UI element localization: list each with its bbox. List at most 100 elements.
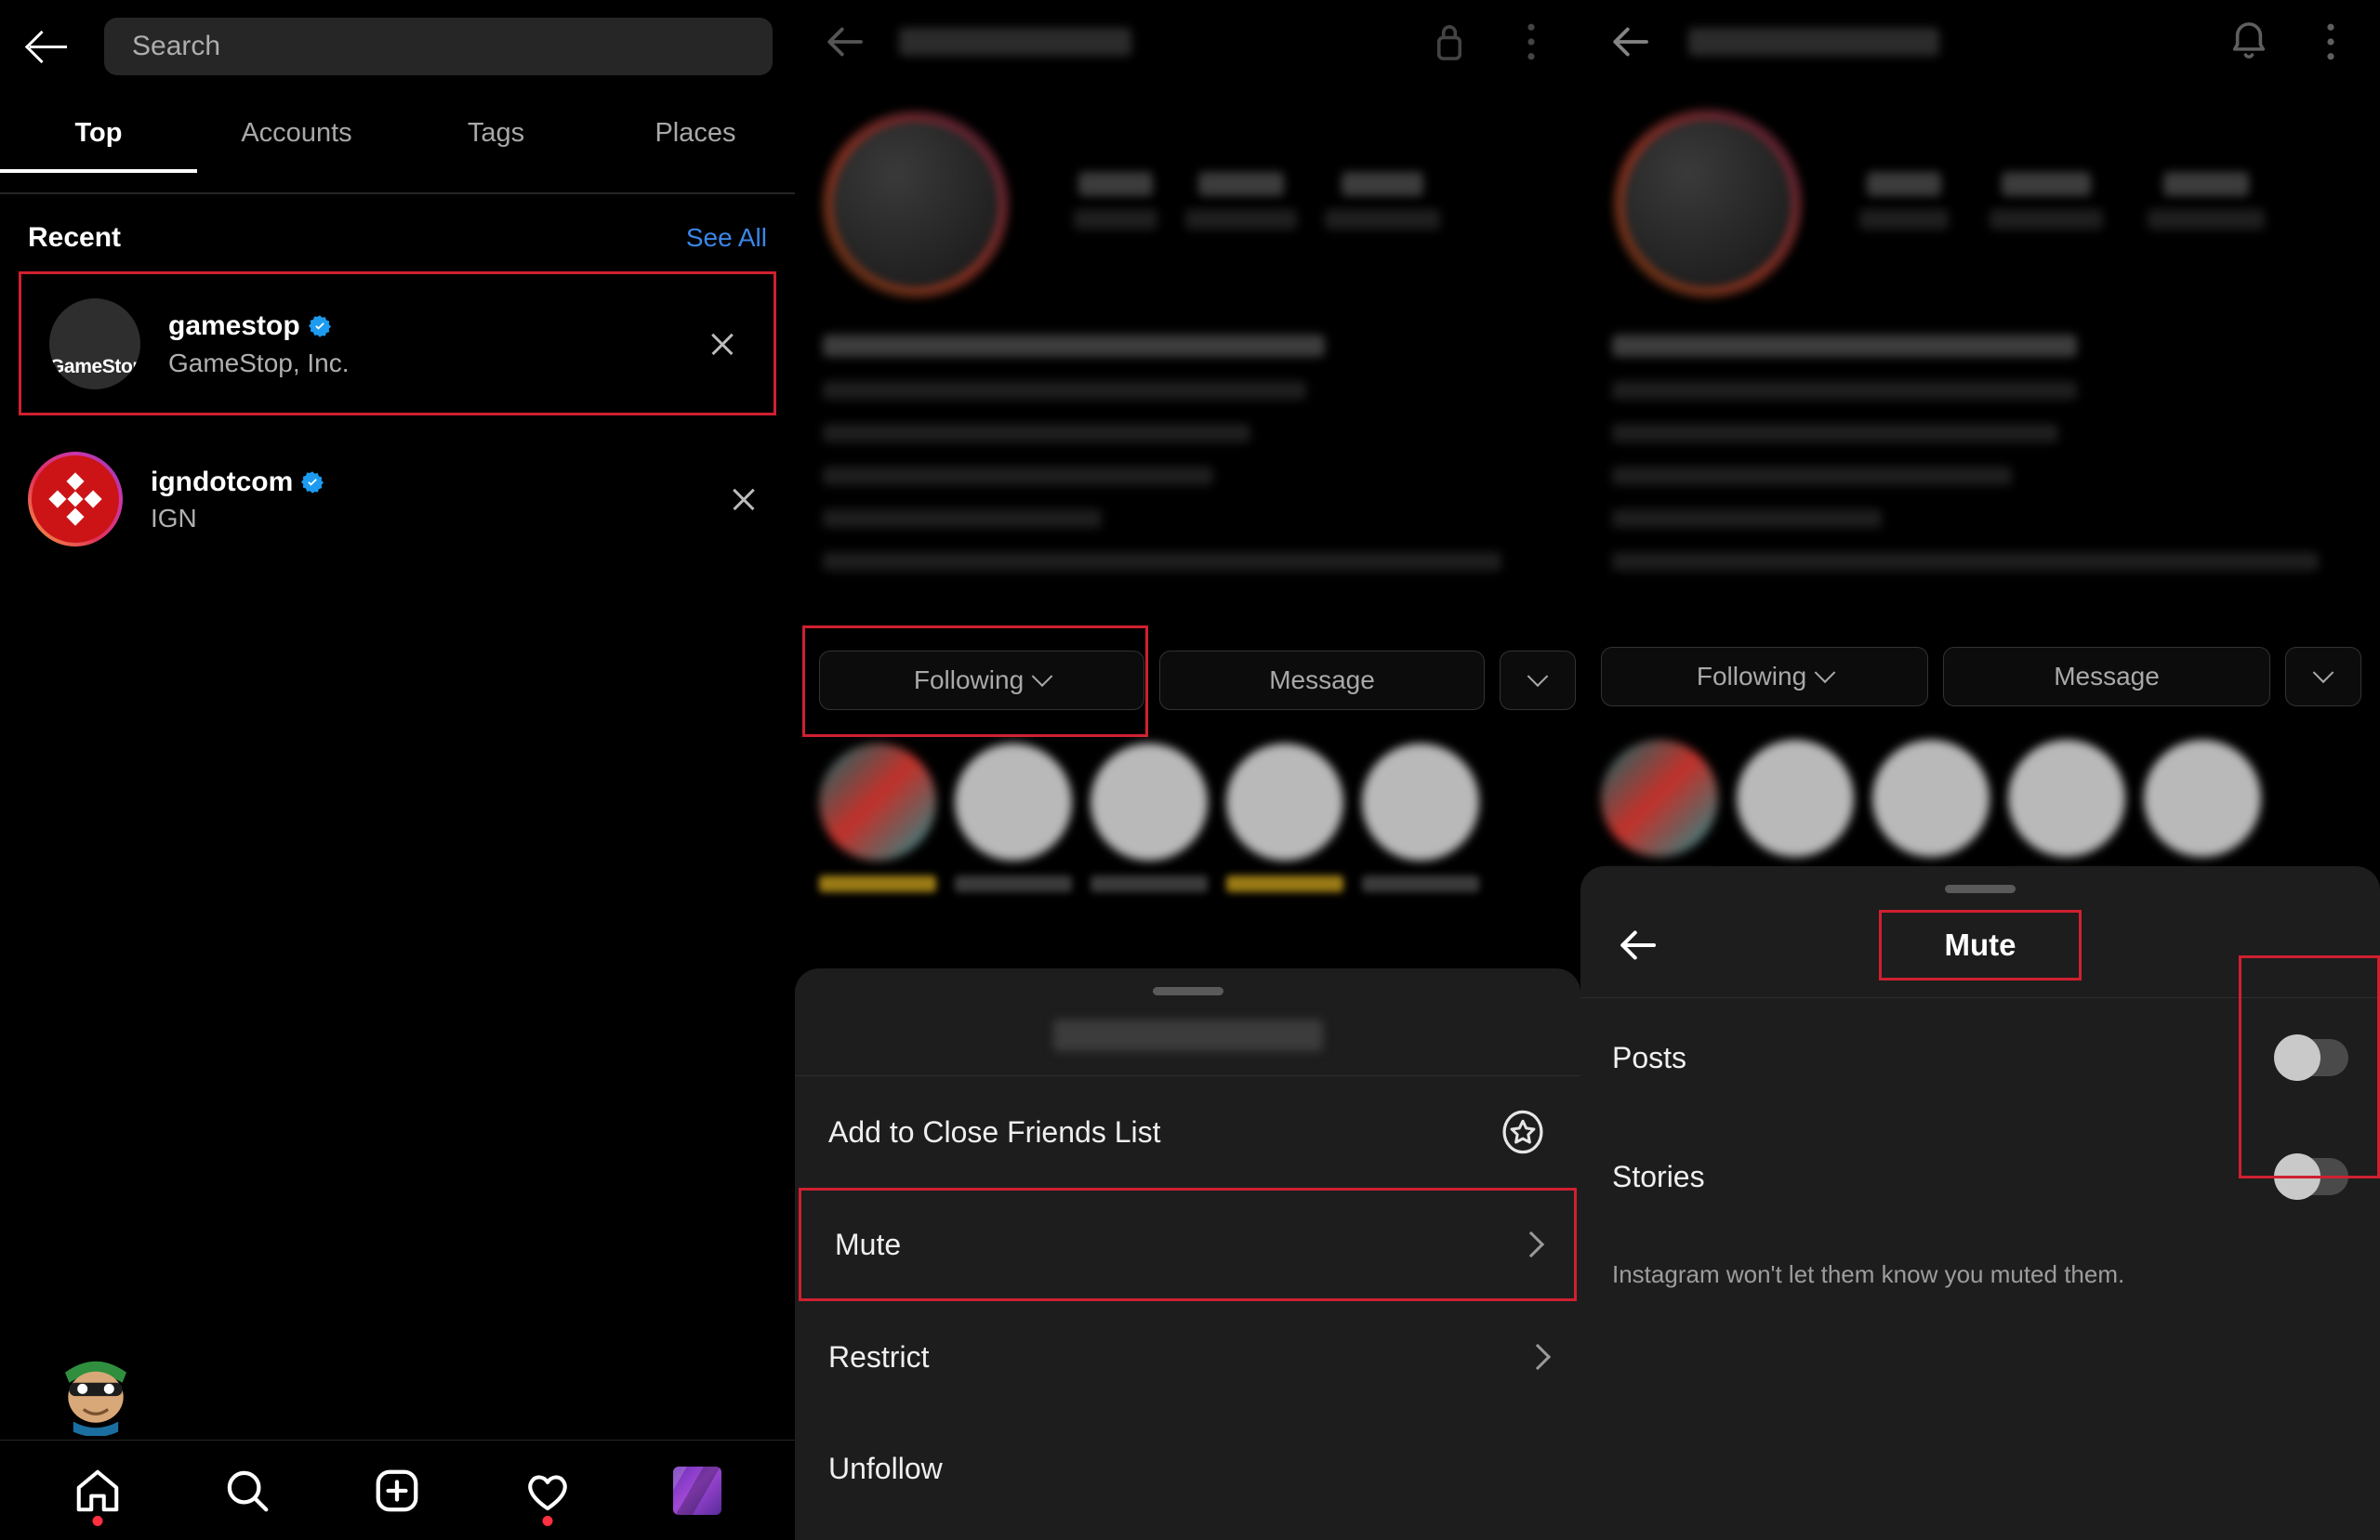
- verified-badge-icon: [308, 315, 331, 337]
- chevron-right-icon: [1524, 1343, 1552, 1371]
- nav-activity[interactable]: [505, 1448, 590, 1533]
- screenshot-root: Top Accounts Tags Places Recent See All …: [0, 0, 2380, 1540]
- recent-item-username: gamestop: [168, 310, 300, 342]
- avatar-label: GameStop: [49, 355, 140, 377]
- profile-options-sheet: Add to Close Friends List Mute Restrict …: [795, 968, 1580, 1540]
- profile-avatar: [834, 123, 998, 286]
- nav-home[interactable]: [55, 1448, 140, 1533]
- tab-accounts[interactable]: Accounts: [197, 102, 396, 164]
- mute-row-posts[interactable]: Posts: [1580, 998, 2380, 1117]
- nav-profile[interactable]: [654, 1448, 740, 1533]
- mute-topbar: [1580, 0, 2380, 84]
- back-arrow-icon[interactable]: [1612, 920, 1662, 970]
- recent-item-username-row: gamestop: [168, 309, 699, 344]
- mute-sheet: Mute Posts Stories Instagram won't let t…: [1580, 866, 2380, 1540]
- mute-row-label: Stories: [1612, 1159, 1705, 1193]
- back-arrow-icon[interactable]: [1605, 17, 1655, 67]
- chevron-down-icon: [1527, 665, 1549, 688]
- profile-action-buttons: Following Message: [819, 651, 1576, 710]
- chevron-down-icon: [1031, 665, 1053, 688]
- recent-item-meta: gamestop GameStop, Inc.: [168, 309, 699, 378]
- back-arrow-icon[interactable]: [819, 17, 869, 67]
- avatar: [28, 452, 123, 546]
- recent-header: Recent See All: [0, 204, 795, 271]
- message-button-label: Message: [2054, 662, 2160, 691]
- sheet-item-label: Add to Close Friends List: [828, 1114, 1161, 1149]
- verified-badge-icon: [301, 470, 324, 494]
- posts-toggle[interactable]: [2274, 1034, 2348, 1081]
- search-panel: Top Accounts Tags Places Recent See All …: [0, 0, 795, 1540]
- more-options-icon[interactable]: [1506, 17, 1556, 67]
- more-actions-button[interactable]: [1500, 651, 1576, 710]
- sheet-item-label: Mute: [835, 1227, 902, 1261]
- story-highlight[interactable]: [819, 744, 936, 892]
- notification-bell-icon[interactable]: [2224, 17, 2274, 67]
- highlight-mute-title: [1879, 910, 2082, 981]
- sheet-item-restrict[interactable]: Restrict: [795, 1301, 1580, 1413]
- recent-item-igndotcom[interactable]: igndotcom IGN: [0, 427, 795, 572]
- recent-item-gamestop[interactable]: GameStop gamestop GameStop, Inc.: [19, 271, 776, 415]
- story-highlight[interactable]: [1362, 744, 1479, 892]
- more-actions-button[interactable]: [2285, 647, 2361, 706]
- stat-following: [1325, 172, 1440, 230]
- following-button[interactable]: Following: [819, 651, 1144, 710]
- back-arrow-icon[interactable]: [22, 20, 74, 72]
- story-highlight[interactable]: [955, 744, 1072, 892]
- recent-item-fullname: IGN: [151, 504, 197, 533]
- recent-list: GameStop gamestop GameStop, Inc. igndotc…: [0, 271, 795, 572]
- story-highlight[interactable]: [1226, 744, 1343, 892]
- story-highlights: [819, 744, 1479, 892]
- recent-item-meta: igndotcom IGN: [151, 465, 721, 534]
- stat-posts: [1859, 172, 1949, 230]
- close-icon[interactable]: [721, 476, 767, 522]
- tabs-divider: [0, 192, 795, 194]
- lock-icon[interactable]: [1424, 17, 1474, 67]
- profile-topbar: [795, 0, 1580, 84]
- sheet-item-add-close-friends[interactable]: Add to Close Friends List: [795, 1076, 1580, 1188]
- home-badge-dot: [92, 1515, 103, 1526]
- profile-bio-blurred: [1612, 335, 2356, 571]
- following-button-label: Following: [1696, 662, 1807, 691]
- profile-bio-blurred: [823, 335, 1548, 571]
- profile-avatar-icon: [673, 1466, 722, 1515]
- tab-tags[interactable]: Tags: [396, 102, 596, 164]
- recent-item-username-row: igndotcom: [151, 465, 721, 500]
- stat-posts: [1074, 172, 1157, 230]
- more-options-icon[interactable]: [2306, 17, 2356, 67]
- bottom-navigation: [0, 1440, 795, 1540]
- add-post-icon: [377, 1469, 418, 1511]
- search-tabs: Top Accounts Tags Places: [0, 102, 795, 175]
- following-button[interactable]: Following: [1601, 647, 1928, 706]
- mute-sheet-header: Mute: [1580, 893, 2380, 997]
- recent-item-fullname: GameStop, Inc.: [168, 348, 350, 377]
- story-highlight[interactable]: [1091, 744, 1208, 892]
- star-outline-icon: [1502, 1110, 1543, 1154]
- search-icon: [227, 1470, 269, 1511]
- mute-row-stories[interactable]: Stories: [1580, 1117, 2380, 1236]
- profile-username-blurred: [1688, 28, 1939, 56]
- tab-places[interactable]: Places: [596, 102, 795, 164]
- recent-item-username: igndotcom: [151, 466, 294, 497]
- drag-handle[interactable]: [1152, 987, 1223, 995]
- stories-toggle[interactable]: [2274, 1153, 2348, 1200]
- tab-top[interactable]: Top: [0, 102, 197, 173]
- search-topbar: [0, 0, 795, 93]
- see-all-link[interactable]: See All: [686, 223, 767, 253]
- mute-note: Instagram won't let them know you muted …: [1612, 1260, 2125, 1288]
- stat-following: [2148, 172, 2265, 230]
- nav-add-post[interactable]: [354, 1448, 440, 1533]
- sheet-item-mute[interactable]: Mute: [799, 1188, 1577, 1301]
- sheet-title-blurred: [1052, 1020, 1323, 1051]
- drag-handle[interactable]: [1945, 885, 2016, 893]
- message-button[interactable]: Message: [1943, 647, 2270, 706]
- mascot-watermark-icon: [65, 1361, 126, 1436]
- message-button[interactable]: Message: [1159, 651, 1485, 710]
- profile-action-buttons: Following Message: [1601, 647, 2361, 706]
- sheet-item-unfollow[interactable]: Unfollow: [795, 1413, 1580, 1524]
- chevron-down-icon: [1814, 662, 1836, 684]
- chevron-down-icon: [2312, 662, 2334, 684]
- nav-search[interactable]: [205, 1448, 290, 1533]
- close-icon[interactable]: [699, 321, 746, 367]
- search-field-container[interactable]: [104, 18, 773, 75]
- search-input[interactable]: [132, 31, 745, 62]
